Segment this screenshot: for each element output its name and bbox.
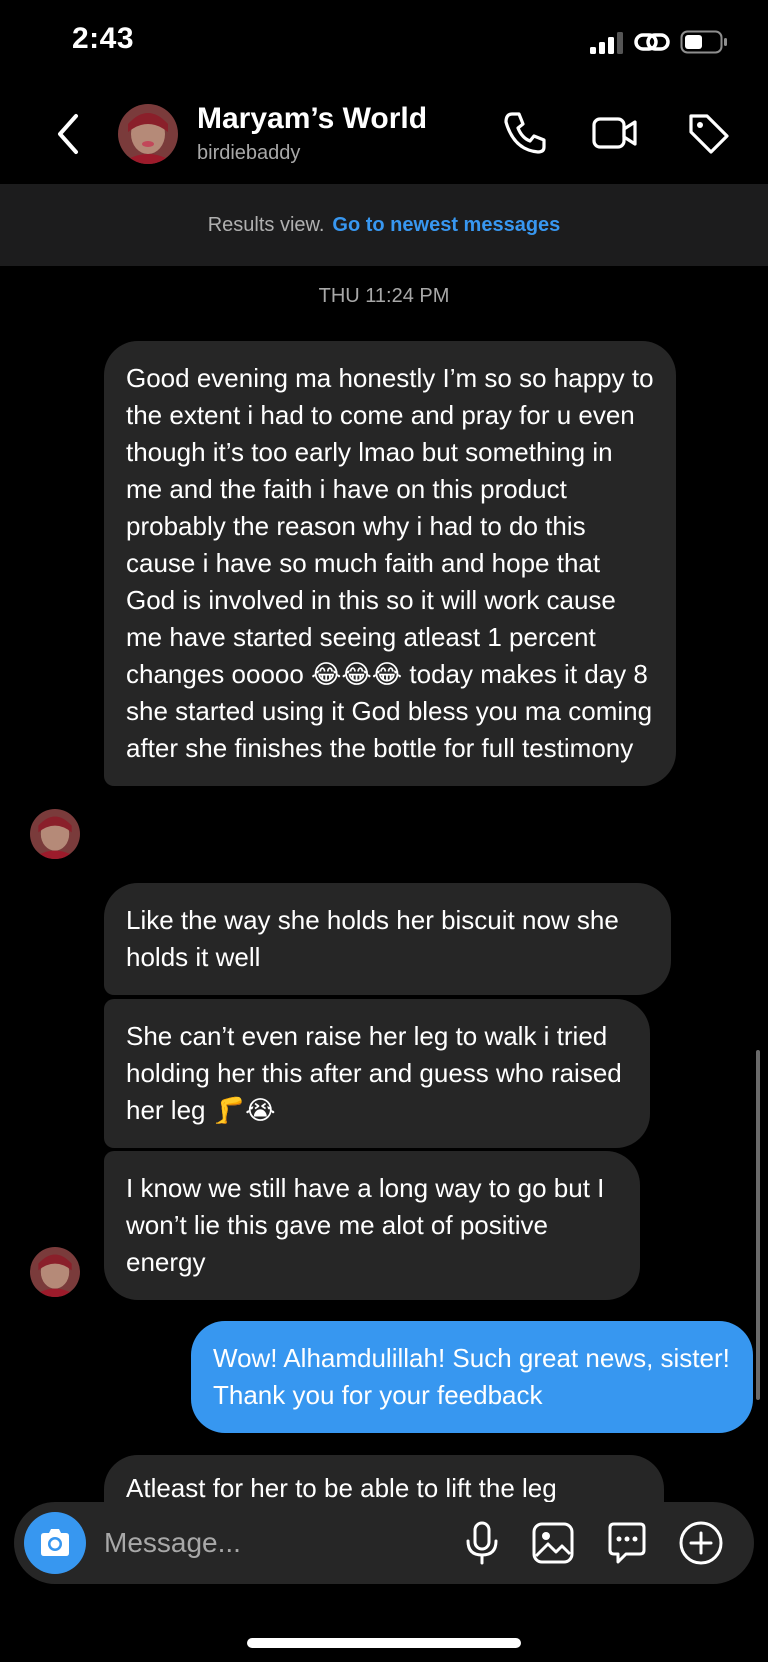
message-bubble[interactable]: She can’t even raise her leg to walk i t…: [104, 999, 650, 1148]
chat-username: birdiebaddy: [197, 142, 301, 164]
microphone-icon[interactable]: [457, 1518, 507, 1568]
add-icon[interactable]: [676, 1518, 726, 1568]
battery-icon: [680, 30, 727, 54]
scrollbar[interactable]: [756, 1050, 760, 1400]
status-bar: 2:43: [0, 0, 768, 84]
message-input[interactable]: [104, 1512, 434, 1574]
sender-avatar[interactable]: [30, 1247, 80, 1297]
home-indicator[interactable]: [247, 1638, 521, 1648]
sent-message-bubble[interactable]: Wow! Alhamdulillah! Such great news, sis…: [191, 1321, 753, 1433]
personal-hotspot-icon: [634, 33, 670, 51]
camera-icon: [41, 1529, 69, 1556]
cellular-signal-icon: [590, 32, 623, 54]
sender-avatar[interactable]: [30, 809, 80, 859]
message-bubble[interactable]: Good evening ma honestly I’m so so happy…: [104, 341, 676, 786]
results-view-label: Results view.: [207, 213, 325, 236]
message-timestamp: THU 11:24 PM: [318, 285, 450, 307]
go-to-newest-link[interactable]: Go to newest messages: [332, 214, 560, 237]
chat-header: Maryam’s World birdiebaddy: [0, 84, 768, 184]
avatar[interactable]: [118, 104, 178, 164]
sticker-chat-icon[interactable]: [602, 1518, 652, 1568]
gallery-icon[interactable]: [528, 1518, 578, 1568]
results-banner: Results view. Go to newest messages: [0, 184, 768, 266]
message-bubble[interactable]: Like the way she holds her biscuit now s…: [104, 883, 671, 995]
status-time: 2:43: [72, 22, 135, 55]
chat-title[interactable]: Maryam’s World: [197, 102, 427, 136]
message-bubble[interactable]: I know we still have a long way to go bu…: [104, 1151, 640, 1300]
tag-icon[interactable]: [683, 108, 733, 158]
back-arrow-icon[interactable]: [48, 108, 88, 160]
video-call-icon[interactable]: [590, 108, 640, 158]
camera-button[interactable]: [24, 1512, 86, 1574]
phone-call-icon[interactable]: [500, 108, 550, 158]
